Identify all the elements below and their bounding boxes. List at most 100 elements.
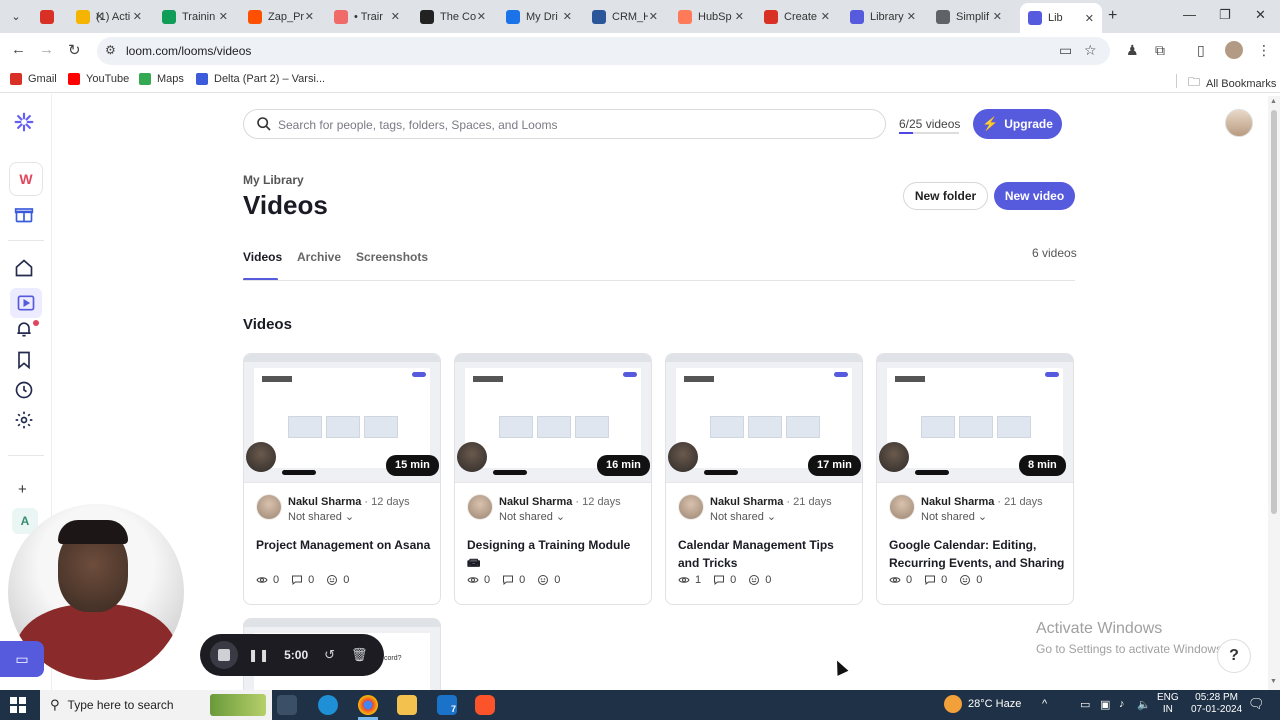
edge-icon[interactable] xyxy=(318,695,338,715)
browser-tab[interactable]: CRM_H ✕ xyxy=(584,4,666,29)
gift-icon[interactable] xyxy=(14,204,38,228)
system-clock[interactable]: 05:28 PM 07-01-2024 xyxy=(1191,692,1242,716)
tab-close-icon[interactable]: ✕ xyxy=(305,10,314,23)
user-avatar[interactable] xyxy=(1225,109,1253,137)
video-thumbnail[interactable]: 17 min xyxy=(666,354,862,483)
task-view-icon[interactable] xyxy=(277,695,297,715)
tab-close-icon[interactable]: ✕ xyxy=(391,10,400,23)
tab-close-icon[interactable]: ✕ xyxy=(1085,12,1094,25)
tab-archive[interactable]: Archive xyxy=(297,250,341,264)
video-title[interactable]: Designing a Training Module 📾 xyxy=(467,536,643,572)
sharing-dropdown[interactable]: Not shared ⌄ xyxy=(288,510,354,523)
browser-tab[interactable]: Zap_Pr ✕ xyxy=(240,4,322,29)
tab-close-icon[interactable]: ✕ xyxy=(907,10,916,23)
clock-icon[interactable] xyxy=(14,380,38,404)
tab-close-icon[interactable]: ✕ xyxy=(735,10,744,23)
all-bookmarks[interactable]: 🗀 All Bookmarks xyxy=(1188,73,1276,94)
url-text[interactable]: loom.com/looms/videos xyxy=(126,44,251,58)
extension-user-icon[interactable]: ♟ xyxy=(1126,42,1139,59)
browser-tab[interactable]: Library ✕ xyxy=(842,4,924,29)
loom-logo-icon[interactable] xyxy=(14,112,38,136)
browser-tab[interactable]: Create ✕ xyxy=(756,4,838,29)
windows-start-icon[interactable] xyxy=(10,697,26,713)
video-card[interactable]: 16 min Nakul Sharma · 12 days Not shared ⌄… xyxy=(454,353,652,605)
video-quota-text[interactable]: 6/25 videos xyxy=(899,117,960,131)
language-indicator[interactable]: ENG IN xyxy=(1157,692,1179,716)
search-bar[interactable] xyxy=(243,109,886,139)
help-button[interactable]: ? xyxy=(1217,639,1251,673)
bookmark-star-icon[interactable]: ☆ xyxy=(1084,42,1097,59)
settings-gear-icon[interactable] xyxy=(14,410,38,434)
workspace-badge[interactable]: W xyxy=(9,162,43,196)
tab-close-icon[interactable]: ✕ xyxy=(649,10,658,23)
sharing-dropdown[interactable]: Not shared ⌄ xyxy=(499,510,565,523)
tab-close-icon[interactable]: ✕ xyxy=(821,10,830,23)
bookmark-youtube[interactable]: YouTube xyxy=(68,73,129,85)
reload-icon[interactable]: ↻ xyxy=(68,41,81,59)
browser-tab[interactable]: • Trair ✕ xyxy=(326,4,408,29)
library-icon[interactable] xyxy=(10,288,42,318)
sharing-dropdown[interactable]: Not shared ⌄ xyxy=(710,510,776,523)
minimize-icon[interactable]: — xyxy=(1183,7,1196,22)
home-icon[interactable] xyxy=(14,258,38,282)
camera-toggle-icon[interactable]: ▭ xyxy=(0,641,44,677)
bookmark-maps[interactable]: Maps xyxy=(139,73,184,85)
scroll-down-icon[interactable]: ▼ xyxy=(1270,678,1277,685)
video-card[interactable]: 8 min Nakul Sharma · 21 days Not shared ⌄ G… xyxy=(876,353,1074,605)
browser-tab[interactable]: Simplif ✕ xyxy=(928,4,1010,29)
sharing-dropdown[interactable]: Not shared ⌄ xyxy=(921,510,987,523)
brave-icon[interactable] xyxy=(475,695,495,715)
browser-tab[interactable]: (1) Acti ✕ xyxy=(68,4,150,29)
scroll-up-icon[interactable]: ▲ xyxy=(1270,98,1277,105)
maximize-icon[interactable]: ❐ xyxy=(1219,7,1231,23)
mic-icon[interactable]: ♪ xyxy=(1119,698,1125,710)
video-card[interactable]: 15 min Nakul Sharma · 12 days Not shared ⌄… xyxy=(243,353,441,605)
tab-close-icon[interactable]: ✕ xyxy=(993,10,1002,23)
bookmark-delta[interactable]: Delta (Part 2) – Varsi... xyxy=(196,73,325,85)
video-card[interactable]: 17 min Nakul Sharma · 21 days Not shared ⌄… xyxy=(665,353,863,605)
video-title[interactable]: Project Management on Asana xyxy=(256,536,432,554)
tab-search-icon[interactable]: ⌄ xyxy=(8,9,24,25)
tab-close-icon[interactable]: ✕ xyxy=(133,10,142,23)
volume-icon[interactable]: 🔈 xyxy=(1137,698,1151,711)
chrome-menu-icon[interactable]: ⋮ xyxy=(1257,42,1271,59)
profile-avatar[interactable] xyxy=(1225,41,1243,59)
new-folder-button[interactable]: New folder xyxy=(903,182,988,210)
notification-center-icon[interactable]: 🗨 xyxy=(1248,696,1265,712)
site-info-icon[interactable]: ⚙ xyxy=(105,43,116,57)
search-input[interactable] xyxy=(278,115,868,135)
close-window-icon[interactable]: ✕ xyxy=(1255,7,1266,23)
tab-close-icon[interactable]: ✕ xyxy=(219,10,228,23)
cast-icon[interactable]: ▭ xyxy=(1059,42,1072,59)
video-thumbnail[interactable]: 16 min xyxy=(455,354,651,483)
address-bar[interactable]: ⚙ loom.com/looms/videos ▭ ☆ xyxy=(97,37,1110,65)
video-title[interactable]: Calendar Management Tips and Tricks xyxy=(678,536,854,572)
breadcrumb[interactable]: My Library xyxy=(243,173,304,187)
upgrade-button[interactable]: ⚡ Upgrade xyxy=(973,109,1062,139)
tray-chevron-icon[interactable]: ^ xyxy=(1042,698,1047,710)
video-title[interactable]: Google Calendar: Editing, Recurring Even… xyxy=(889,536,1065,572)
browser-tab[interactable]: The Co ✕ xyxy=(412,4,494,29)
back-icon[interactable]: ← xyxy=(11,41,26,58)
page-scrollbar[interactable]: ▲ ▼ xyxy=(1268,96,1280,690)
network-icon[interactable]: ▭ xyxy=(1080,698,1090,711)
tab-close-icon[interactable]: ✕ xyxy=(477,10,486,23)
file-explorer-icon[interactable] xyxy=(397,695,417,715)
video-thumbnail[interactable]: 8 min xyxy=(877,354,1073,483)
browser-tab[interactable]: Trainin ✕ xyxy=(154,4,236,29)
taskbar-search[interactable]: ⚲ Type here to search xyxy=(40,690,272,720)
side-panel-icon[interactable]: ▯ xyxy=(1197,42,1205,59)
scrollbar-thumb[interactable] xyxy=(1271,110,1277,514)
printer-icon[interactable]: ▣ xyxy=(1100,698,1110,711)
tab-close-icon[interactable]: ✕ xyxy=(563,10,572,23)
restart-icon[interactable]: ↺ xyxy=(324,647,335,663)
stop-recording-button[interactable] xyxy=(210,641,238,669)
forward-icon[interactable]: → xyxy=(39,41,54,58)
pause-icon[interactable]: ❚❚ xyxy=(248,648,270,662)
tab-screenshots[interactable]: Screenshots xyxy=(356,250,428,264)
browser-tab[interactable]: HubSp ✕ xyxy=(670,4,752,29)
browser-tab[interactable]: My Dri ✕ xyxy=(498,4,580,29)
browser-tab[interactable]: Lib ✕ xyxy=(1020,3,1102,33)
new-video-button[interactable]: New video xyxy=(994,182,1075,210)
weather-text[interactable]: 28°C Haze xyxy=(968,698,1021,710)
